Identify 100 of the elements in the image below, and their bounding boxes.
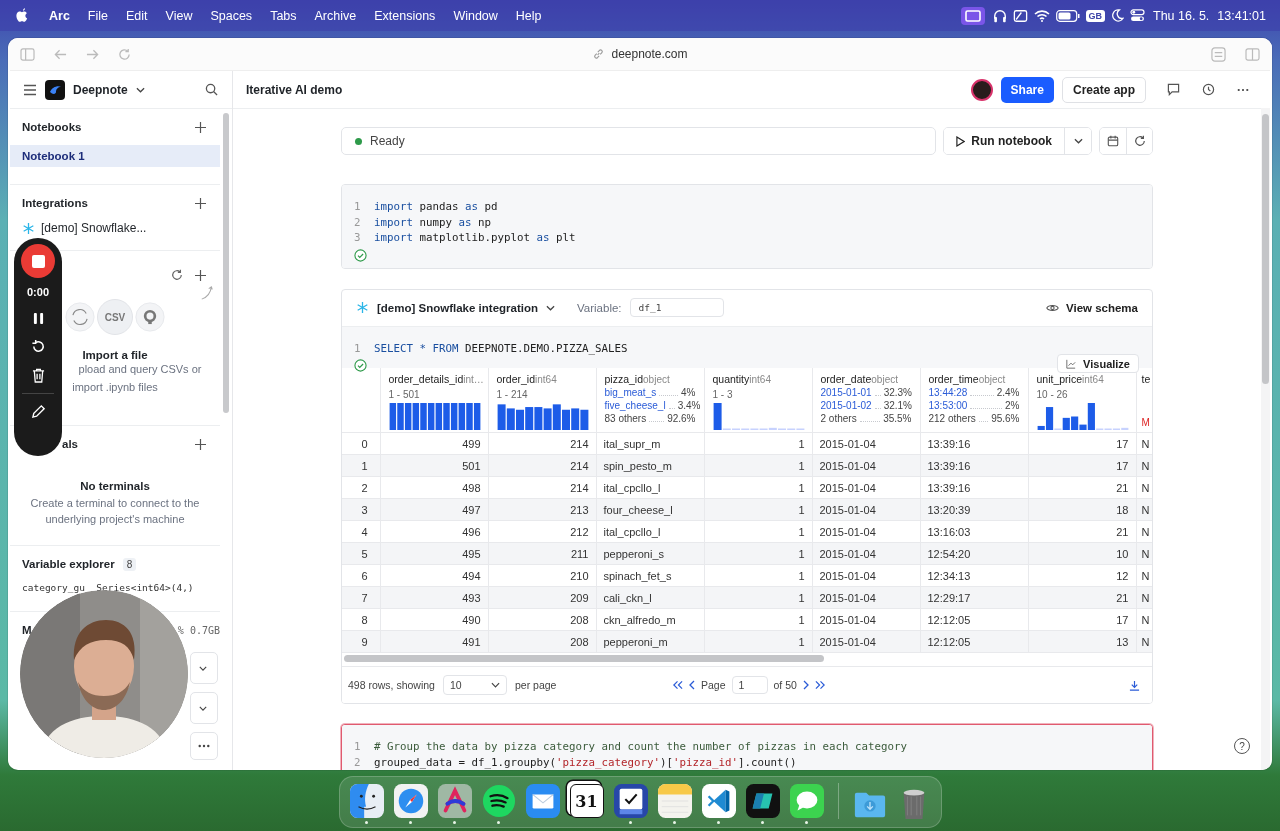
checkbox-app-icon[interactable] — [613, 784, 648, 818]
battery-icon[interactable] — [1055, 9, 1080, 22]
menu-item[interactable]: Spaces — [210, 8, 253, 23]
code-line[interactable]: grouped_data = df_1.groupby('pizza_category')['pizza_id'].count() — [374, 755, 797, 769]
restart-icon[interactable] — [30, 339, 46, 354]
top-value[interactable]: 2015-01-01 — [820, 387, 872, 398]
menu-item[interactable]: Edit — [126, 8, 148, 23]
page-field[interactable]: 1 — [731, 676, 768, 694]
trash-icon[interactable] — [31, 368, 45, 383]
csv-import-button[interactable]: CSV — [97, 299, 133, 335]
control-center-icon[interactable] — [1130, 9, 1146, 22]
notes-icon[interactable] — [657, 784, 692, 818]
parallelogram-app-icon[interactable] — [745, 784, 780, 818]
workspace-logo[interactable] — [45, 79, 65, 100]
pause-icon[interactable] — [32, 312, 44, 325]
column-header[interactable]: pizza_idobject — [604, 373, 696, 385]
top-value[interactable]: 2015-01-02 — [820, 400, 872, 411]
page-size-select[interactable]: 10 — [442, 675, 507, 695]
moon-icon[interactable] — [1111, 9, 1125, 22]
integration-item[interactable]: [demo] Snowflake... — [41, 221, 147, 235]
top-value[interactable]: 13:53:00 — [928, 400, 968, 411]
code-cell[interactable]: 1 # Group the data by pizza category and count the number of pizzas in each category 2 grouped_data = df_1.groupby('pizza_category')['pizza_id'].count() — [341, 724, 1153, 770]
wifi-icon[interactable] — [1033, 9, 1050, 22]
code-line[interactable]: import numpy as np — [374, 215, 492, 229]
run-notebook-button[interactable]: Run notebook — [944, 128, 1065, 154]
visualize-button[interactable]: Visualize — [1057, 354, 1139, 373]
help-button[interactable]: ? — [1234, 738, 1250, 754]
more-icon[interactable] — [1237, 87, 1249, 92]
column-header[interactable]: quantityint64 — [712, 373, 804, 385]
top-value[interactable]: 13:44:28 — [928, 387, 968, 398]
create-app-button[interactable]: Create app — [1061, 76, 1146, 103]
add-icon[interactable] — [195, 197, 206, 209]
mail-icon[interactable] — [525, 784, 560, 818]
menu-item[interactable]: File — [87, 8, 108, 23]
arc-browser-icon[interactable] — [437, 784, 472, 818]
notebook-title[interactable]: Iterative AI demo — [246, 82, 343, 97]
share-button[interactable]: Share — [1000, 76, 1054, 103]
menu-item[interactable]: Tabs — [270, 8, 297, 23]
history-icon[interactable] — [1202, 83, 1215, 96]
column-header[interactable]: order_timeobject — [928, 373, 1020, 385]
window-icon[interactable] — [1012, 8, 1028, 23]
previous-page-icon[interactable] — [689, 680, 695, 690]
top-value[interactable]: big_meat_s — [604, 387, 657, 398]
add-icon[interactable] — [195, 438, 206, 450]
screen-share-icon[interactable] — [960, 6, 985, 25]
sync-icon[interactable] — [65, 302, 95, 332]
first-page-icon[interactable] — [672, 680, 683, 690]
finder-icon[interactable] — [349, 784, 384, 818]
column-header[interactable]: order_idint64 — [496, 373, 588, 385]
scrollbar[interactable] — [223, 113, 229, 413]
address-bar[interactable]: deepnote.com — [592, 47, 688, 61]
variable-field[interactable]: df_1 — [629, 298, 724, 317]
notebook-item[interactable]: Notebook 1 — [10, 145, 220, 167]
menu-icon[interactable] — [23, 83, 37, 96]
menu-item[interactable]: Window — [453, 8, 498, 23]
code-cell[interactable] — [341, 288, 1153, 704]
top-value[interactable]: five_cheese_l — [604, 400, 666, 411]
code-cell[interactable]: 1 import pandas as pd 2 import numpy as np 3 import matplotlib.pyplot as plt — [341, 184, 1153, 269]
code-line[interactable]: SELECT * FROM DEEPNOTE.DEMO.PIZZA_SALES — [374, 341, 628, 355]
restart-button[interactable] — [1126, 128, 1152, 154]
code-editor-icon[interactable] — [701, 784, 736, 818]
avatar[interactable] — [970, 78, 993, 101]
column-header[interactable]: unit_priceint64 — [1036, 373, 1128, 385]
menu-item[interactable]: Archive — [314, 8, 357, 23]
code-line[interactable]: import pandas as pd — [374, 200, 498, 214]
search-icon[interactable] — [205, 83, 218, 96]
next-page-icon[interactable] — [802, 680, 809, 690]
column-header[interactable]: order_dateobject — [820, 373, 912, 385]
scrollbar[interactable] — [344, 655, 824, 662]
pencil-icon[interactable] — [30, 404, 46, 419]
apple-icon[interactable] — [16, 8, 29, 23]
messages-icon[interactable] — [789, 784, 824, 818]
integration-selector[interactable]: [demo] Snowflake integration — [377, 301, 538, 314]
add-icon[interactable] — [195, 121, 206, 133]
workspace-name[interactable]: Deepnote — [73, 82, 128, 97]
variable-row[interactable]: category_gu Series<int64>(4,) — [10, 578, 220, 597]
keyboard-layout[interactable]: GB — [1085, 9, 1106, 22]
menu-item[interactable]: Help — [515, 8, 542, 23]
menu-item[interactable]: Extensions — [374, 8, 436, 23]
add-icon[interactable] — [195, 269, 206, 281]
app-menu[interactable]: Arc — [49, 8, 70, 23]
code-line[interactable]: import matplotlib.pyplot as plt — [374, 231, 576, 245]
stop-recording-button[interactable] — [21, 244, 55, 278]
column-header[interactable]: te — [1141, 373, 1152, 385]
headphones-icon[interactable] — [992, 8, 1007, 23]
last-page-icon[interactable] — [814, 680, 826, 690]
chevron-down-icon[interactable] — [546, 304, 555, 311]
chevron-down-icon[interactable] — [135, 86, 145, 93]
music-app-icon[interactable] — [481, 784, 516, 818]
menu-item[interactable]: View — [165, 8, 193, 23]
scrollbar[interactable] — [1262, 114, 1269, 384]
compass-icon[interactable] — [393, 784, 428, 818]
view-schema-button[interactable]: View schema — [1045, 301, 1138, 314]
code-line[interactable]: # Group the data by pizza category and count the number of pizzas in each category — [374, 740, 908, 754]
download-icon[interactable] — [1129, 679, 1140, 691]
comment-icon[interactable] — [1167, 83, 1180, 96]
refresh-icon[interactable] — [171, 269, 183, 281]
sidebar-toggle-icon[interactable] — [20, 47, 35, 61]
menu-bar-date[interactable]: Thu 16. 5. — [1153, 8, 1210, 23]
menu-bar-time[interactable]: 13:41:01 — [1217, 8, 1266, 23]
